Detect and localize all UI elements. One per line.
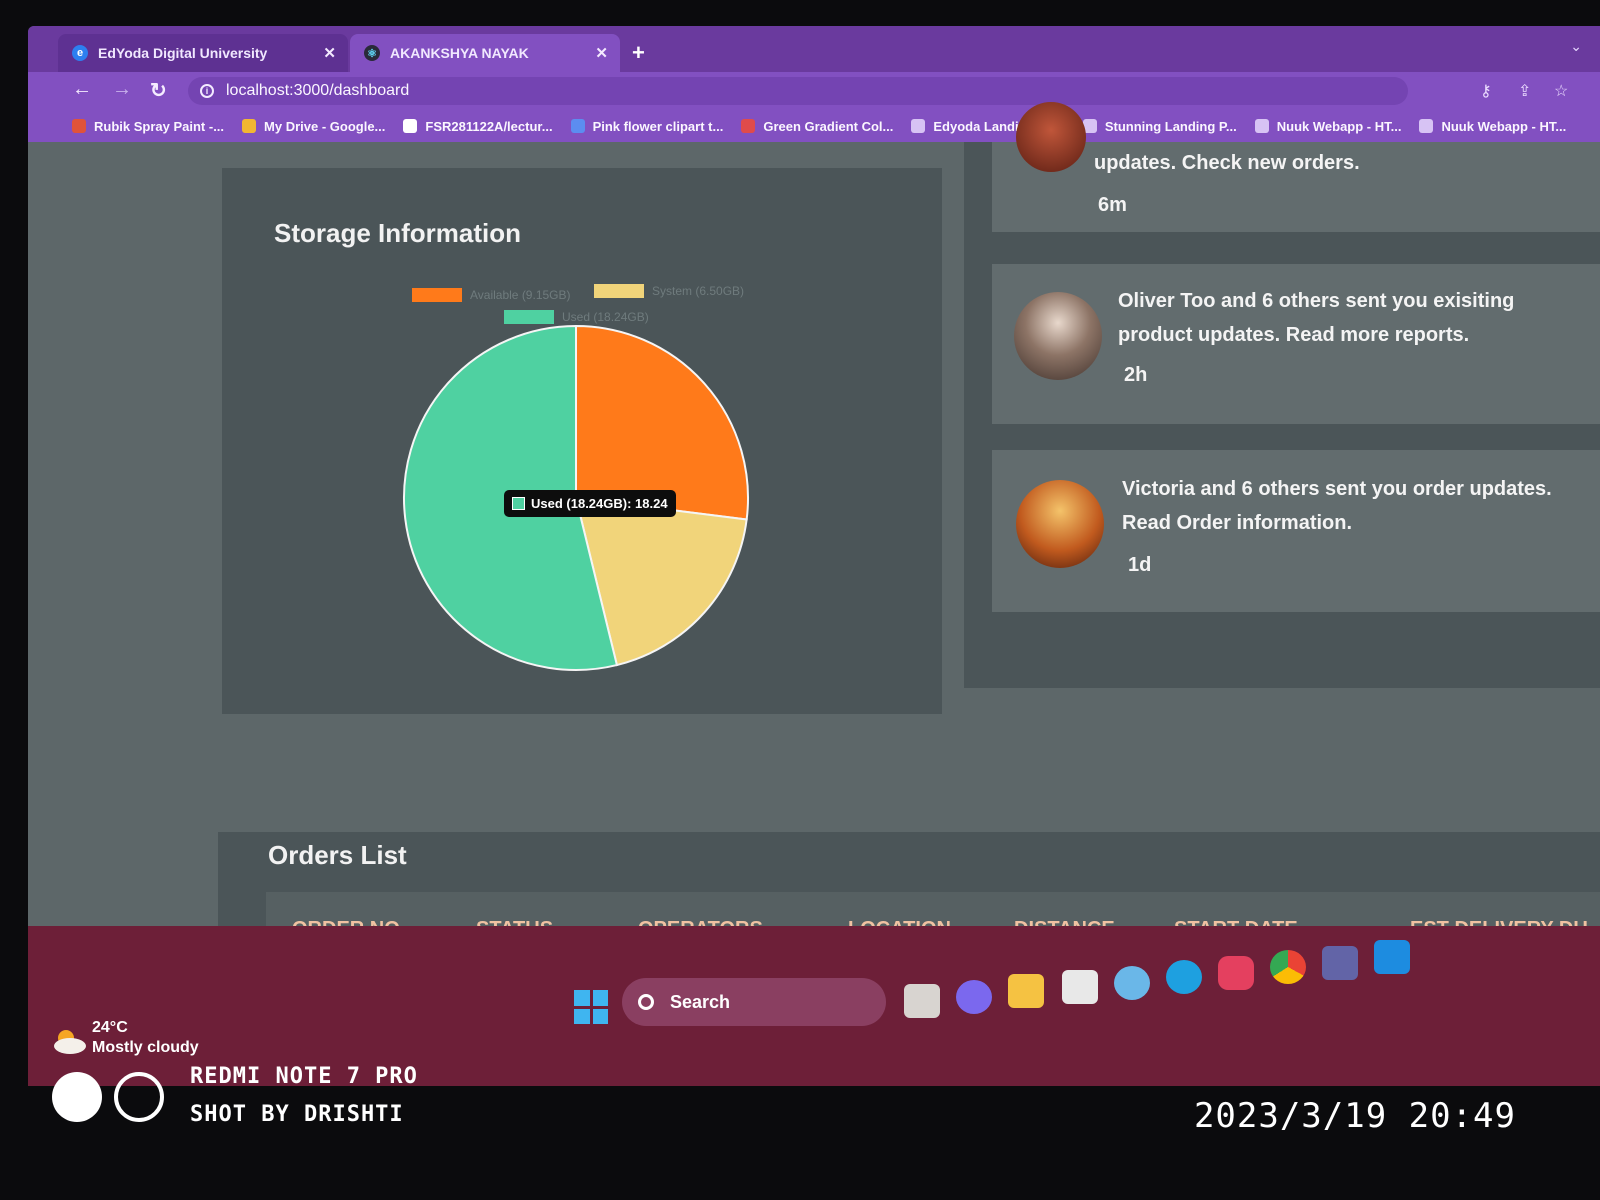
bookmark-item[interactable]: Green Gradient Col... (741, 119, 893, 134)
bookmark-item[interactable]: Rubik Spray Paint -... (72, 119, 224, 134)
edyoda-icon: e (72, 45, 88, 61)
chrome-icon[interactable] (1270, 950, 1306, 984)
bookmark-label: Nuuk Webapp - HT... (1441, 118, 1567, 134)
avatar (1016, 102, 1086, 172)
avatar (1014, 292, 1102, 380)
bookmark-item[interactable]: Nuuk Webapp - HT... (1254, 118, 1402, 134)
avatar (1016, 480, 1104, 568)
react-icon: ⚛ (364, 45, 380, 61)
bookmark-label: Stunning Landing P... (1104, 118, 1237, 134)
bookmark-icon (570, 119, 585, 133)
star-icon[interactable]: ☆ (1554, 81, 1568, 101)
notification-item[interactable]: updates. Check new orders. 6m (992, 102, 1600, 232)
vscode-icon[interactable] (1374, 940, 1410, 974)
bookmark-label: FSR281122A/lectur... (425, 118, 553, 134)
browser-icon[interactable] (1114, 966, 1150, 1000)
tab-label: EdYoda Digital University (98, 45, 268, 61)
bookmark-item[interactable]: Pink flower clipart t... (570, 118, 724, 134)
windows-start-icon[interactable] (574, 990, 608, 1024)
bookmark-icon (911, 119, 926, 133)
notification-text: Oliver Too and 6 others sent you exisiti… (1118, 290, 1515, 346)
bookmark-item[interactable]: Stunning Landing P... (1082, 118, 1237, 134)
store-icon[interactable] (1062, 970, 1098, 1004)
tab-akankshya[interactable]: ⚛ AKANKSHYA NAYAK ✕ (350, 34, 620, 72)
reload-icon[interactable]: ↻ (150, 78, 167, 103)
notification-time: 1d (1128, 554, 1152, 576)
browser-toolbar: ← → ↻ i localhost:3000/dashboard ⚷ ⇪ ☆ (28, 72, 1600, 110)
instagram-icon[interactable] (1218, 956, 1254, 990)
search-icon (638, 994, 654, 1010)
watermark-dot (52, 1072, 102, 1122)
chart-tooltip: Used (18.24GB): 18.24 (504, 490, 676, 517)
bookmarks-bar: Rubik Spray Paint -... My Drive - Google.… (28, 110, 1600, 142)
teams-icon[interactable] (1322, 946, 1358, 980)
bookmark-label: Pink flower clipart t... (592, 118, 724, 134)
bookmark-item[interactable]: Nuuk Webapp - HT... (1419, 119, 1566, 134)
notification-time: 6m (1098, 194, 1127, 216)
chevron-down-icon[interactable]: ⌄ (1570, 38, 1582, 55)
address-bar[interactable]: i localhost:3000/dashboard (188, 77, 1408, 105)
url-text[interactable]: localhost:3000/dashboard (226, 82, 409, 100)
orders-title: Orders List (268, 840, 407, 870)
chat-icon[interactable] (956, 980, 992, 1014)
close-icon[interactable]: ✕ (595, 44, 608, 62)
forward-icon[interactable]: → (112, 78, 132, 101)
watermark-datetime: 2023/3/19 20:49 (1193, 1096, 1516, 1136)
bookmark-icon (403, 119, 418, 133)
tab-label: AKANKSHYA NAYAK (390, 45, 529, 61)
key-icon[interactable]: ⚷ (1480, 81, 1492, 101)
notification-text: updates. Check new orders. (1094, 152, 1360, 174)
info-icon[interactable]: i (200, 84, 214, 98)
browser-tab-bar: e EdYoda Digital University ✕ ⚛ AKANKSHY… (28, 26, 1600, 72)
watermark-credit: SHOT BY DRISHTI (190, 1102, 404, 1127)
notification-text: Victoria and 6 others sent you order upd… (1122, 478, 1552, 534)
watermark-ring (114, 1072, 164, 1122)
tooltip-swatch (512, 497, 525, 510)
bookmark-icon (242, 119, 257, 133)
edge-icon[interactable] (1166, 960, 1202, 994)
cloud-sun-icon (54, 1030, 86, 1054)
taskbar-search[interactable]: Search (622, 978, 886, 1026)
bookmark-icon (1254, 119, 1269, 133)
weather-widget[interactable]: 24°C Mostly cloudy (92, 1018, 199, 1058)
bookmark-item[interactable]: FSR281122A/lectur... (403, 118, 553, 134)
new-tab-button[interactable]: + (632, 40, 645, 66)
file-explorer-icon[interactable] (1008, 974, 1044, 1008)
bookmark-label: Rubik Spray Paint -... (94, 118, 225, 134)
bookmark-label: Nuuk Webapp - HT... (1276, 118, 1402, 134)
weather-desc: Mostly cloudy (92, 1039, 199, 1056)
storage-pie-chart[interactable] (222, 168, 942, 714)
notifications-panel: updates. Check new orders. 6m Oliver Too… (964, 102, 1600, 688)
notification-item[interactable]: Oliver Too and 6 others sent you exisiti… (992, 264, 1600, 424)
task-view-icon[interactable] (904, 984, 940, 1018)
laptop-screen: e EdYoda Digital University ✕ ⚛ AKANKSHY… (28, 26, 1600, 1086)
tab-edyoda[interactable]: e EdYoda Digital University ✕ (58, 34, 348, 72)
search-label: Search (670, 991, 731, 1012)
watermark-device: REDMI NOTE 7 PRO (190, 1064, 418, 1089)
bookmark-icon (741, 119, 756, 133)
close-icon[interactable]: ✕ (323, 44, 336, 62)
bookmark-label: Green Gradient Col... (763, 118, 894, 134)
notification-item[interactable]: Victoria and 6 others sent you order upd… (992, 450, 1600, 612)
bookmark-icon (1419, 119, 1434, 133)
bookmark-label: My Drive - Google... (264, 118, 386, 134)
share-icon[interactable]: ⇪ (1518, 81, 1531, 101)
bookmark-icon (72, 119, 86, 133)
tooltip-text: Used (18.24GB): 18.24 (531, 496, 668, 511)
bookmark-item[interactable]: My Drive - Google... (242, 119, 385, 134)
weather-temp: 24°C (92, 1019, 128, 1036)
storage-card: Storage Information Available (9.15GB) S… (222, 168, 942, 714)
notification-time: 2h (1124, 364, 1148, 386)
back-icon[interactable]: ← (72, 78, 92, 101)
dashboard-page: Storage Information Available (9.15GB) S… (28, 102, 1600, 1032)
